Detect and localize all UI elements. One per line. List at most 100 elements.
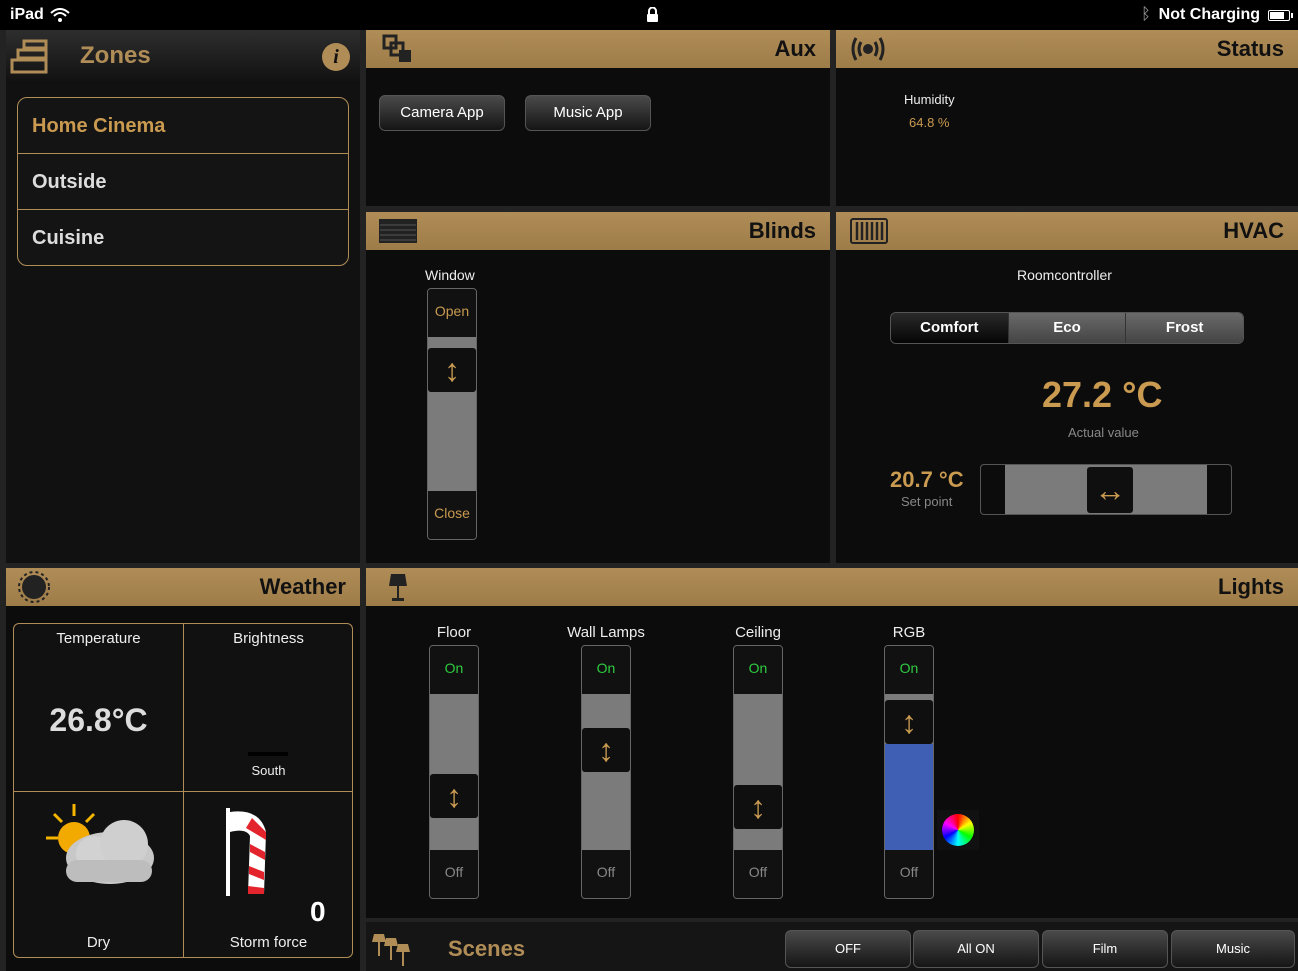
mode-comfort[interactable]: Comfort [891, 313, 1008, 343]
wifi-icon [50, 8, 70, 22]
app-icon [382, 34, 411, 62]
color-wheel-icon [942, 814, 974, 846]
lights-panel: Lights [366, 568, 1298, 918]
radiator-icon [850, 218, 888, 244]
on-label: On [734, 646, 782, 694]
on-label: On [885, 646, 933, 694]
weather-title: Weather [259, 574, 346, 599]
brightness-bar [248, 752, 288, 756]
rgb-fill [885, 743, 933, 850]
scenes-title: Scenes [448, 936, 526, 961]
hvac-title: HVAC [1223, 218, 1284, 243]
scenes-icon [372, 934, 410, 966]
humidity-value: 64.8 % [909, 115, 950, 130]
status-panel: Status [836, 30, 1298, 206]
temperature-value: 26.8°C [49, 702, 148, 738]
light-label-wall-lamps: Wall Lamps [567, 624, 645, 641]
actual-temperature: 27.2 °C [1042, 374, 1163, 415]
sun-icon [18, 571, 50, 603]
sensor-icon [851, 37, 885, 61]
status-left: iPad [10, 6, 70, 24]
rain-status: Dry [86, 934, 111, 951]
zones-icon [10, 39, 48, 74]
light-slider-rgb[interactable]: On ↕ Off [884, 645, 934, 899]
status-bar: iPad ᛒ Not Charging [0, 0, 1298, 30]
device-name: iPad [10, 6, 44, 23]
light-slider-handle-floor[interactable]: ↕ [430, 773, 478, 818]
scene-all-on-button[interactable]: All ON [913, 930, 1039, 968]
status-title: Status [1216, 36, 1284, 61]
light-label-rgb: RGB [892, 624, 926, 641]
lock-icon [647, 7, 658, 22]
light-slider-wall-lamps[interactable]: On ↕ Off [581, 645, 631, 899]
off-label: Off [885, 850, 933, 898]
blinds-header: Blinds [366, 212, 830, 250]
hvac-header: HVAC [836, 212, 1298, 250]
battery-icon [1268, 9, 1293, 21]
blinds-title: Blinds [748, 218, 816, 243]
info-button[interactable]: i [322, 43, 350, 71]
setpoint-slider-handle[interactable]: ↔ [1087, 467, 1134, 513]
wind-cell: 0 Storm force [184, 792, 353, 959]
windsock-icon [226, 808, 266, 896]
off-label: Off [734, 850, 782, 898]
on-label: On [582, 646, 630, 694]
off-label: Off [430, 850, 478, 898]
weather-header: Weather [6, 568, 360, 606]
mode-frost[interactable]: Frost [1125, 313, 1243, 343]
setpoint-slider-min-cap [981, 465, 1005, 514]
brightness-cell: Brightness South [184, 624, 353, 791]
rain-cell: Dry [14, 792, 183, 959]
off-label: Off [582, 850, 630, 898]
zone-item-cuisine[interactable]: Cuisine [18, 210, 348, 265]
lights-title: Lights [1218, 574, 1284, 599]
window-slider[interactable]: Open ↕ Close [427, 288, 477, 540]
lamp-icon [389, 574, 407, 601]
charging-status: Not Charging [1158, 6, 1260, 23]
music-app-button[interactable]: Music App [525, 95, 651, 131]
scene-music-button[interactable]: Music [1171, 930, 1295, 968]
light-label-floor: Floor [436, 624, 472, 641]
zone-item-home-cinema[interactable]: Home Cinema [18, 98, 348, 154]
zones-title: Zones [80, 42, 151, 69]
scene-off-button[interactable]: OFF [785, 930, 911, 968]
mode-eco[interactable]: Eco [1007, 313, 1126, 343]
roomcontroller-label: Roomcontroller [1017, 267, 1112, 283]
open-label: Open [428, 289, 476, 337]
bluetooth-icon: ᛒ [1141, 6, 1151, 23]
lights-header: Lights [366, 568, 1298, 606]
camera-app-button[interactable]: Camera App [379, 95, 505, 131]
light-label-ceiling: Ceiling [735, 624, 781, 641]
zone-item-outside[interactable]: Outside [18, 154, 348, 210]
brightness-label: Brightness [233, 630, 304, 647]
temperature-cell: Temperature 26.8°C [14, 624, 183, 791]
setpoint-label: Set point [901, 494, 953, 509]
light-slider-handle-ceiling[interactable]: ↕ [734, 785, 782, 830]
scene-film-button[interactable]: Film [1042, 930, 1168, 968]
setpoint-slider-max-cap [1207, 465, 1231, 514]
light-slider-handle-rgb[interactable]: ↕ [885, 699, 933, 744]
weather-grid: Temperature 26.8°C Brightness South Dry [13, 623, 353, 958]
zone-list: Home Cinema Outside Cuisine [17, 97, 349, 266]
window-label: Window [425, 267, 475, 283]
window-slider-handle[interactable]: ↕ [428, 348, 476, 393]
zones-header: Zones i [6, 30, 360, 84]
on-label: On [430, 646, 478, 694]
blinds-icon [379, 219, 417, 243]
humidity-label: Humidity [904, 92, 955, 107]
brightness-direction: South [251, 763, 286, 778]
light-slider-handle-wall-lamps[interactable]: ↕ [582, 728, 630, 773]
light-slider-floor[interactable]: On ↕ Off [429, 645, 479, 899]
setpoint-value: 20.7 °C [890, 467, 964, 492]
wind-label: Storm force [229, 934, 308, 951]
status-right: ᛒ Not Charging [1141, 6, 1293, 24]
status-header: Status [836, 30, 1298, 68]
partly-cloudy-icon [46, 804, 154, 884]
setpoint-slider[interactable]: ↔ [980, 464, 1232, 515]
close-label: Close [428, 491, 476, 539]
actual-value-label: Actual value [1068, 425, 1139, 440]
light-slider-ceiling[interactable]: On ↕ Off [733, 645, 783, 899]
aux-title: Aux [774, 36, 816, 61]
color-picker-button[interactable] [937, 810, 979, 850]
aux-header: Aux [366, 30, 830, 68]
